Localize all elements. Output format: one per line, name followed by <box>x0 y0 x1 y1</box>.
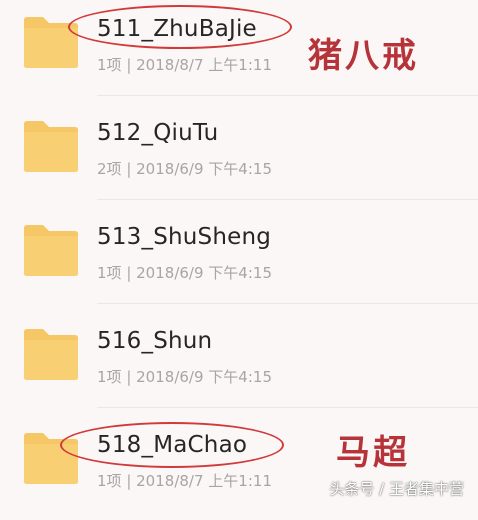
file-meta: 1项 | 2018/8/7 上午1:11 <box>97 472 272 490</box>
file-name: 516_Shun <box>97 328 213 354</box>
modified-time: 下午4:15 <box>208 264 272 282</box>
item-count: 2项 <box>97 160 122 178</box>
list-item[interactable]: 512_QiuTu 2项 | 2018/6/9 下午4:15 <box>0 104 478 208</box>
file-name: 513_ShuSheng <box>97 224 272 250</box>
folder-icon <box>22 116 80 174</box>
list-item[interactable]: 516_Shun 1项 | 2018/6/9 下午4:15 <box>0 312 478 416</box>
file-meta: 2项 | 2018/6/9 下午4:15 <box>97 160 272 178</box>
file-name: 512_QiuTu <box>97 120 219 146</box>
file-meta: 1项 | 2018/6/9 下午4:15 <box>97 368 272 386</box>
modified-time: 下午4:15 <box>208 368 272 386</box>
list-item[interactable]: 513_ShuSheng 1项 | 2018/6/9 下午4:15 <box>0 208 478 312</box>
modified-date: 2018/6/9 <box>136 160 204 178</box>
divider <box>97 303 478 304</box>
modified-time: 上午1:11 <box>208 472 272 490</box>
item-count: 1项 <box>97 264 122 282</box>
divider <box>97 407 478 408</box>
watermark: 头条号 / 王者集中营 <box>329 480 464 498</box>
divider <box>97 95 478 96</box>
modified-date: 2018/6/9 <box>136 368 204 386</box>
item-count: 1项 <box>97 472 122 490</box>
folder-icon <box>22 220 80 278</box>
annotation-label: 马超 <box>336 433 410 473</box>
modified-date: 2018/6/9 <box>136 264 204 282</box>
modified-time: 下午4:15 <box>208 160 272 178</box>
file-meta: 1项 | 2018/8/7 上午1:11 <box>97 56 272 74</box>
divider <box>97 199 478 200</box>
file-meta: 1项 | 2018/6/9 下午4:15 <box>97 264 272 282</box>
annotation-label: 猪八戒 <box>308 36 419 76</box>
highlight-ellipse <box>68 5 292 49</box>
modified-date: 2018/8/7 <box>136 472 204 490</box>
modified-date: 2018/8/7 <box>136 56 204 74</box>
item-count: 1项 <box>97 56 122 74</box>
folder-icon <box>22 324 80 382</box>
item-count: 1项 <box>97 368 122 386</box>
modified-time: 上午1:11 <box>208 56 272 74</box>
highlight-ellipse <box>60 422 284 468</box>
